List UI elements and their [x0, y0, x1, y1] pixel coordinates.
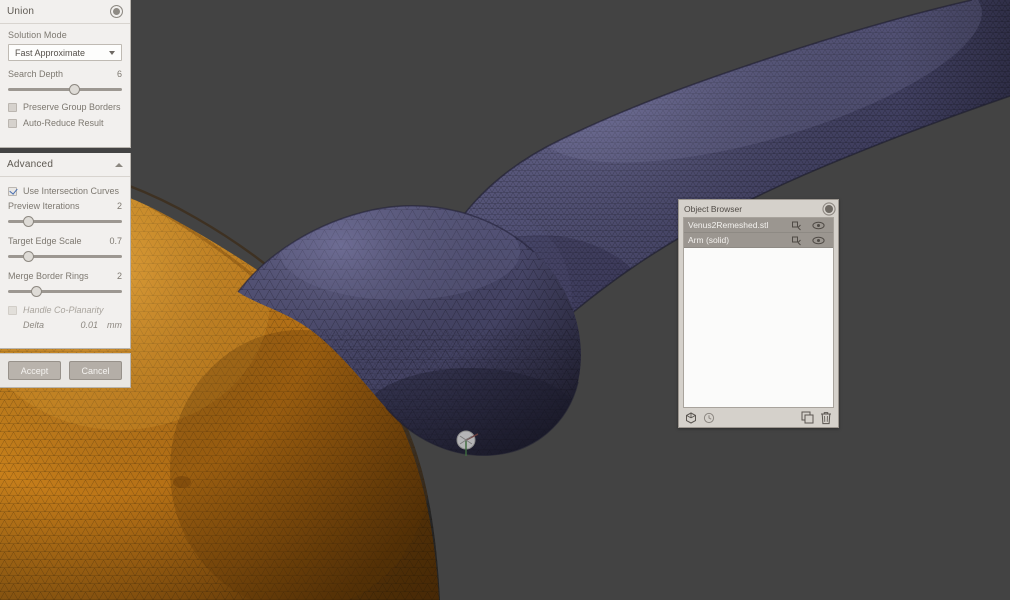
target-edge-scale-slider[interactable] [8, 249, 122, 263]
preview-iterations-slider[interactable] [8, 214, 122, 228]
advanced-tool-panel: Advanced Use Intersection Curves Preview… [0, 153, 131, 349]
transform-icon[interactable] [785, 235, 807, 246]
merge-border-rings-row: Merge Border Rings 2 [8, 271, 122, 281]
search-depth-label: Search Depth [8, 69, 64, 79]
transform-icon[interactable] [785, 220, 807, 231]
object-browser-panel: Object Browser Venus2Remeshed.stl Arm (s… [678, 199, 839, 428]
advanced-panel-body: Use Intersection Curves Preview Iteratio… [0, 177, 130, 330]
checkbox-icon [8, 118, 17, 128]
eye-icon[interactable] [807, 221, 829, 230]
checkbox-icon [8, 305, 17, 315]
delta-unit: mm [107, 320, 122, 330]
preview-iterations-value: 2 [116, 201, 122, 211]
use-intersection-curves-label: Use Intersection Curves [23, 186, 120, 196]
object-name: Venus2Remeshed.stl [688, 220, 769, 230]
union-panel-header: Union [0, 0, 130, 24]
solution-mode-label: Solution Mode [8, 30, 67, 40]
chevron-up-icon[interactable] [115, 162, 123, 167]
list-item[interactable]: Arm (solid) [684, 233, 833, 248]
history-clock-icon[interactable] [703, 412, 715, 424]
object-name: Arm (solid) [688, 235, 730, 245]
search-depth-value: 6 [116, 69, 122, 79]
cancel-button[interactable]: Cancel [69, 361, 122, 380]
union-panel-body: Solution Mode Fast Approximate Search De… [0, 24, 130, 128]
list-item[interactable]: Venus2Remeshed.stl [684, 218, 833, 233]
preview-iterations-row: Preview Iterations 2 [8, 201, 122, 211]
object-browser-footer [679, 408, 838, 427]
solution-mode-dropdown[interactable]: Fast Approximate [8, 44, 122, 61]
merge-border-rings-label: Merge Border Rings [8, 271, 89, 281]
handle-co-planarity-label: Handle Co-Planarity [23, 305, 104, 315]
action-buttons-panel: Accept Cancel [0, 353, 131, 388]
trash-icon[interactable] [820, 411, 832, 425]
auto-reduce-result-checkbox[interactable]: Auto-Reduce Result [8, 118, 122, 128]
slider-track [8, 290, 122, 293]
gear-icon[interactable] [825, 204, 833, 213]
viewport-canvas [0, 0, 1010, 600]
merge-border-rings-value: 2 [116, 271, 122, 281]
accept-button[interactable]: Accept [8, 361, 61, 380]
application-window: Union Solution Mode Fast Approximate Sea… [0, 0, 1010, 600]
checkbox-checked-icon [8, 186, 17, 196]
slider-knob[interactable] [23, 216, 35, 227]
object-browser-title: Object Browser [684, 203, 743, 214]
target-edge-scale-value: 0.7 [109, 236, 122, 246]
3d-viewport[interactable] [0, 0, 1010, 600]
checkbox-icon [8, 102, 17, 112]
delta-label: Delta [23, 320, 45, 330]
delta-row: Delta 0.01 mm [8, 320, 122, 330]
preserve-group-borders-checkbox[interactable]: Preserve Group Borders [8, 102, 122, 112]
union-panel-title: Union [7, 6, 35, 17]
cube-icon[interactable] [685, 411, 697, 424]
union-tool-panel: Union Solution Mode Fast Approximate Sea… [0, 0, 131, 148]
auto-reduce-result-label: Auto-Reduce Result [23, 118, 104, 128]
slider-knob[interactable] [31, 286, 42, 297]
gear-icon[interactable] [110, 5, 123, 18]
object-browser-header: Object Browser [679, 200, 838, 217]
use-intersection-curves-checkbox[interactable]: Use Intersection Curves [8, 186, 122, 196]
preserve-group-borders-label: Preserve Group Borders [23, 102, 121, 112]
target-edge-scale-row: Target Edge Scale 0.7 [8, 236, 122, 246]
preview-iterations-label: Preview Iterations [8, 201, 80, 211]
advanced-panel-title: Advanced [7, 159, 54, 170]
slider-knob[interactable] [68, 84, 80, 95]
advanced-panel-header[interactable]: Advanced [0, 153, 130, 177]
merge-border-rings-slider[interactable] [8, 284, 122, 298]
chevron-down-icon [109, 50, 115, 55]
object-list[interactable]: Venus2Remeshed.stl Arm (solid) [683, 217, 834, 408]
search-depth-row: Search Depth 6 [8, 69, 122, 79]
button-row: Accept Cancel [0, 354, 130, 380]
handle-co-planarity-checkbox[interactable]: Handle Co-Planarity [8, 305, 122, 315]
target-edge-scale-label: Target Edge Scale [8, 236, 82, 246]
solution-mode-value: Fast Approximate [15, 47, 86, 58]
slider-knob[interactable] [23, 251, 35, 262]
slider-track [8, 88, 122, 91]
delta-value: 0.01 [80, 320, 98, 330]
search-depth-slider[interactable] [8, 82, 122, 96]
eye-icon[interactable] [807, 236, 829, 245]
duplicate-icon[interactable] [801, 411, 814, 424]
